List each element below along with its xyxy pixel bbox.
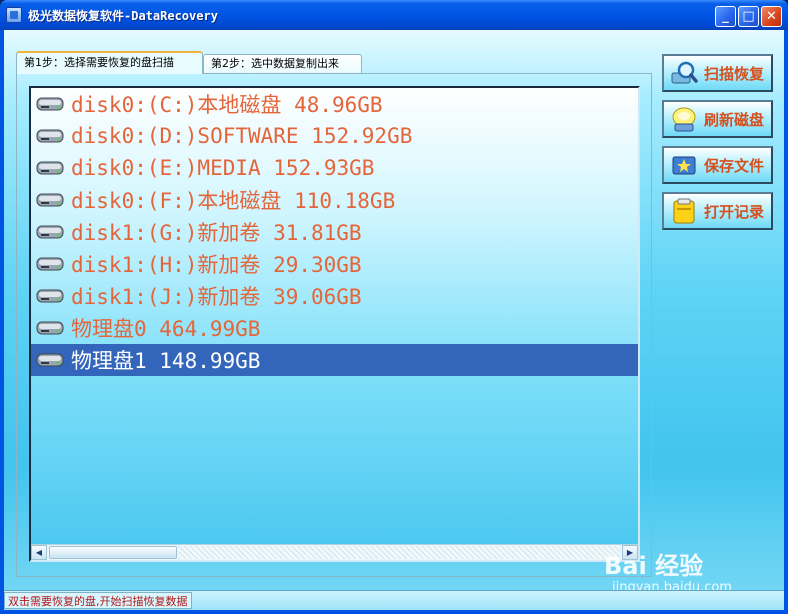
- tab-step-2[interactable]: 第2步：选中数据复制出来: [203, 54, 362, 73]
- watermark-logo: Bai 经验: [604, 552, 704, 580]
- status-text: 双击需要恢复的盘,开始扫描恢复数据: [4, 592, 192, 609]
- title-bar[interactable]: 极光数据恢复软件-DataRecovery _ □ ✕: [0, 0, 788, 30]
- close-button[interactable]: ✕: [761, 6, 782, 27]
- drive-label: disk1:(H:)新加卷 29.30GB: [71, 253, 362, 277]
- tab-step-1[interactable]: 第1步：选择需要恢复的盘扫描: [16, 51, 203, 74]
- drive-list[interactable]: disk0:(C:)本地磁盘 48.96GB disk0:(D:)SOFTWARE…: [29, 86, 640, 562]
- drive-label: disk1:(J:)新加卷 39.06GB: [71, 285, 362, 309]
- client-area: 第1步：选择需要恢复的盘扫描 第2步：选中数据复制出来 disk0:(C:)本地…: [4, 30, 784, 610]
- drive-label: disk0:(D:)SOFTWARE 152.92GB: [71, 124, 413, 148]
- drive-label: 物理盘1 148.99GB: [71, 349, 261, 373]
- horizontal-scrollbar[interactable]: ◀ ▶: [31, 544, 638, 560]
- hard-disk-icon: [36, 161, 64, 175]
- drive-row[interactable]: 物理盘0 464.99GB: [31, 312, 638, 344]
- drive-label: disk0:(E:)MEDIA 152.93GB: [71, 156, 375, 180]
- drive-label: 物理盘0 464.99GB: [71, 317, 261, 341]
- drive-label: disk1:(G:)新加卷 31.81GB: [71, 221, 362, 245]
- window-title: 极光数据恢复软件-DataRecovery: [28, 9, 218, 23]
- scan-recover-label: 扫描恢复: [704, 64, 765, 83]
- drive-row[interactable]: 物理盘1 148.99GB: [31, 344, 638, 376]
- drive-label: disk0:(C:)本地磁盘 48.96GB: [71, 93, 383, 117]
- hard-disk-icon: [36, 353, 64, 367]
- drive-row[interactable]: disk0:(C:)本地磁盘 48.96GB: [31, 88, 638, 120]
- hard-disk-icon: [36, 289, 64, 303]
- open-record-button[interactable]: 打开记录: [662, 192, 773, 230]
- hard-disk-icon: [36, 129, 64, 143]
- drive-list-rows: disk0:(C:)本地磁盘 48.96GB disk0:(D:)SOFTWARE…: [31, 88, 638, 376]
- open-record-icon: [673, 198, 695, 224]
- magnifier-scan-icon: [671, 61, 698, 84]
- drive-row[interactable]: disk1:(J:)新加卷 39.06GB: [31, 280, 638, 312]
- hard-disk-icon: [36, 97, 64, 111]
- app-icon[interactable]: [6, 7, 22, 23]
- hard-disk-icon: [36, 257, 64, 271]
- scrollbar-track[interactable]: [179, 546, 620, 559]
- app-window: 极光数据恢复软件-DataRecovery _ □ ✕ 第1步：选择需要恢复的盘…: [0, 0, 788, 614]
- save-file-label: 保存文件: [704, 156, 765, 175]
- hard-disk-icon: [36, 321, 64, 335]
- drive-row[interactable]: disk0:(F:)本地磁盘 110.18GB: [31, 184, 638, 216]
- refresh-disk-button[interactable]: 刷新磁盘: [662, 100, 773, 138]
- scan-recover-button[interactable]: 扫描恢复: [662, 54, 773, 92]
- drive-row[interactable]: disk0:(E:)MEDIA 152.93GB: [31, 152, 638, 184]
- save-file-button[interactable]: 保存文件: [662, 146, 773, 184]
- tab-panel: disk0:(C:)本地磁盘 48.96GB disk0:(D:)SOFTWARE…: [16, 73, 652, 577]
- drive-row[interactable]: disk1:(G:)新加卷 31.81GB: [31, 216, 638, 248]
- open-record-label: 打开记录: [704, 202, 765, 221]
- scroll-left-arrow-icon[interactable]: ◀: [31, 545, 47, 560]
- drive-row[interactable]: disk1:(H:)新加卷 29.30GB: [31, 248, 638, 280]
- scrollbar-thumb[interactable]: [49, 546, 177, 559]
- drive-label: disk0:(F:)本地磁盘 110.18GB: [71, 189, 396, 213]
- save-file-icon: [672, 156, 696, 175]
- refresh-disk-icon: [672, 107, 696, 132]
- drive-row[interactable]: disk0:(D:)SOFTWARE 152.92GB: [31, 120, 638, 152]
- hard-disk-icon: [36, 225, 64, 239]
- minimize-button[interactable]: _: [715, 6, 736, 27]
- refresh-disk-label: 刷新磁盘: [704, 110, 765, 129]
- maximize-button[interactable]: □: [738, 6, 759, 27]
- status-bar: 双击需要恢复的盘,开始扫描恢复数据: [4, 590, 784, 610]
- hard-disk-icon: [36, 193, 64, 207]
